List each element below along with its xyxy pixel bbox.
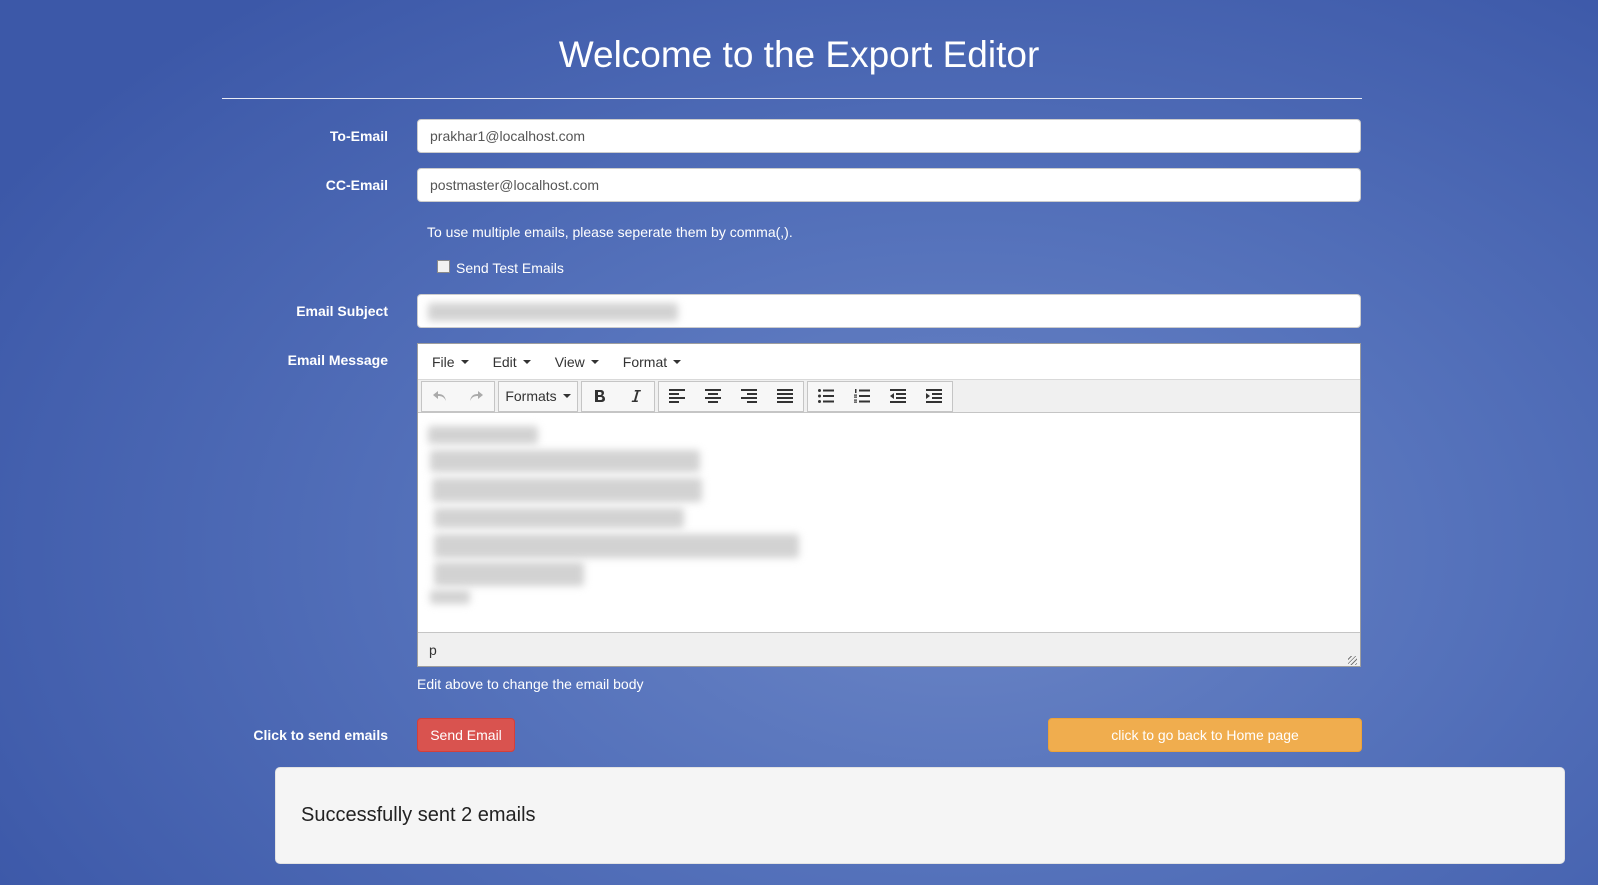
to-email-label: To-Email [329,128,388,144]
caret-down-icon [673,359,682,364]
align-group [658,380,804,412]
send-test-emails-option[interactable]: Send Test Emails [437,259,564,276]
list-group [807,380,953,412]
to-email-field[interactable]: prakhar1@localhost.com [417,119,1361,153]
redo-icon[interactable] [458,382,494,411]
redacted-content [430,450,700,472]
send-test-emails-checkbox[interactable] [437,259,450,273]
email-subject-label: Email Subject [296,303,388,319]
numbered-list-icon[interactable] [844,382,880,411]
redacted-content [432,478,702,502]
menu-view[interactable]: View [555,354,599,370]
redacted-content [430,590,470,604]
align-center-icon[interactable] [695,382,731,411]
formats-group: Formats [498,380,578,412]
email-body-help: Edit above to change the email body [417,676,644,692]
caret-down-icon [460,359,469,364]
undo-icon[interactable] [422,382,458,411]
caret-down-icon [562,394,571,398]
rich-text-editor[interactable]: File Edit View Format Formats p [417,343,1361,667]
caret-down-icon [590,359,599,364]
home-page-button[interactable]: click to go back to Home page [1048,718,1362,752]
page-title: Welcome to the Export Editor [558,34,1040,75]
redacted-content [434,508,684,528]
menu-edit[interactable]: Edit [493,354,531,370]
email-message-label: Email Message [287,352,388,368]
menu-file[interactable]: File [432,354,469,370]
element-path[interactable]: p [429,642,437,658]
italic-icon[interactable] [618,382,654,411]
cc-email-field[interactable]: postmaster@localhost.com [417,168,1361,202]
style-group [581,380,655,412]
email-subject-field[interactable] [417,294,1361,328]
editor-menubar: File Edit View Format [418,344,1360,380]
redacted-subject [428,303,678,321]
formats-label: Formats [505,388,557,404]
editor-content-area[interactable] [418,414,1360,632]
redacted-content [434,562,584,586]
align-left-icon[interactable] [659,382,695,411]
align-justify-icon[interactable] [767,382,803,411]
result-panel: Successfully sent 2 emails [275,767,1565,864]
align-right-icon[interactable] [731,382,767,411]
redacted-content [428,426,538,444]
formats-dropdown[interactable]: Formats [499,382,577,411]
redacted-content [434,534,799,558]
send-test-emails-label: Send Test Emails [456,260,564,276]
multiple-emails-help: To use multiple emails, please seperate … [427,224,793,240]
editor-toolbar: Formats [418,380,1360,413]
send-email-button[interactable]: Send Email [417,718,515,752]
cc-email-label: CC-Email [325,177,388,193]
bold-icon[interactable] [582,382,618,411]
result-message: Successfully sent 2 emails [301,804,536,826]
resize-handle-icon[interactable] [1348,656,1357,665]
history-group [421,380,495,412]
bullet-list-icon[interactable] [808,382,844,411]
menu-file-label: File [432,353,455,370]
editor-statusbar: p [418,632,1360,666]
menu-view-label: View [554,353,585,370]
outdent-icon[interactable] [880,382,916,411]
menu-edit-label: Edit [492,353,517,370]
menu-format-label: Format [622,353,668,370]
menu-format[interactable]: Format [622,353,682,370]
title-divider [222,98,1362,99]
caret-down-icon [522,359,531,364]
indent-icon[interactable] [916,382,952,411]
send-emails-label: Click to send emails [253,727,388,743]
